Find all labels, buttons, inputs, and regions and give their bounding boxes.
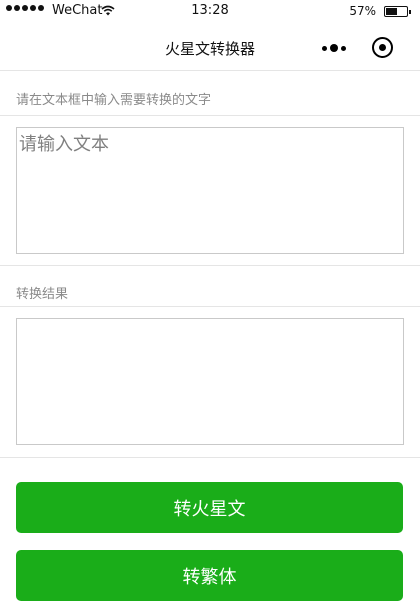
battery-percent: 57%	[349, 4, 376, 18]
battery-icon	[384, 6, 411, 17]
more-icon[interactable]	[322, 44, 346, 52]
target-icon[interactable]	[372, 37, 393, 58]
result-section-divider	[0, 457, 420, 458]
result-text-output[interactable]	[16, 318, 404, 445]
nav-bar: 火星文转换器	[0, 24, 420, 70]
source-text-input[interactable]	[16, 127, 404, 254]
status-bar: WeChat 13:28 57%	[0, 0, 420, 24]
result-label-divider	[0, 306, 420, 307]
result-label: 转换结果	[16, 287, 69, 302]
convert-traditional-button[interactable]: 转繁体	[16, 550, 403, 601]
input-section-divider	[0, 265, 420, 266]
input-label-divider	[0, 115, 420, 116]
page-title: 火星文转换器	[164, 40, 255, 58]
input-label: 请在文本框中输入需要转换的文字	[16, 93, 212, 108]
convert-martian-button[interactable]: 转火星文	[16, 482, 403, 533]
nav-divider	[0, 70, 420, 71]
